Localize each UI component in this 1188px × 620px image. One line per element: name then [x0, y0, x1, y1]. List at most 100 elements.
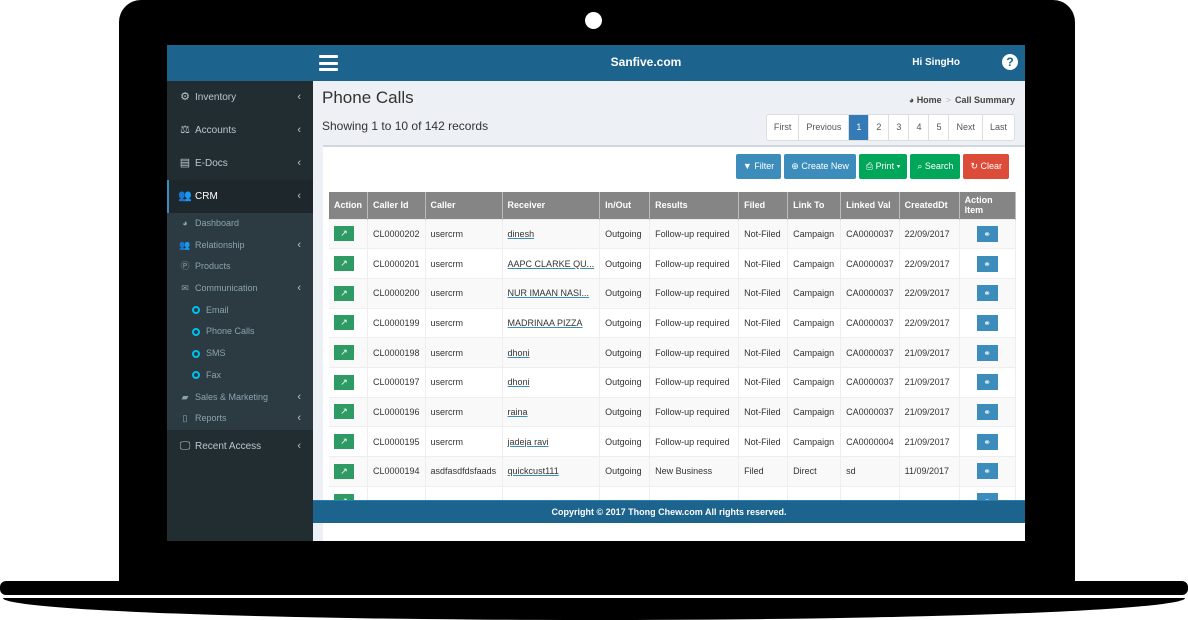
- sidebar-item-recent-access[interactable]: 🖵 Recent Access ‹: [167, 430, 313, 463]
- link-icon[interactable]: ⚭: [976, 344, 998, 361]
- edit-external-icon[interactable]: ↗: [334, 345, 354, 361]
- chevron-left-icon: ‹: [297, 190, 301, 202]
- sidebar-item-phone-calls[interactable]: Phone Calls: [167, 321, 313, 343]
- link-icon[interactable]: ⚭: [976, 255, 998, 272]
- users-icon: 👥: [178, 190, 192, 202]
- column-header[interactable]: Filed: [738, 192, 789, 219]
- circle-icon: [192, 371, 200, 380]
- page-4[interactable]: 4: [908, 115, 928, 140]
- edit-external-icon[interactable]: ↗: [334, 256, 354, 272]
- page-last[interactable]: Last: [981, 115, 1014, 140]
- edit-external-icon[interactable]: ↗: [334, 285, 354, 301]
- edit-external-icon[interactable]: ↗: [334, 463, 354, 479]
- link-to-cell: Campaign: [787, 248, 842, 279]
- column-header[interactable]: CreatedDt: [899, 192, 960, 219]
- table-row: ↗ CL0000197 usercrm dhoni Outgoing Follow-up …: [329, 366, 1016, 398]
- sidebar-item-communication[interactable]: ✉ Communication ‹: [167, 278, 313, 300]
- link-icon[interactable]: ⚭: [976, 285, 998, 302]
- linked-val-cell: CA0000037: [840, 277, 900, 309]
- breadcrumb-home[interactable]: Home: [917, 95, 942, 105]
- receiver-link[interactable]: NUR IMAAN NASI...: [508, 288, 590, 298]
- column-header[interactable]: Caller: [425, 192, 503, 219]
- create-new-button[interactable]: ⊕ Create New: [784, 154, 856, 179]
- breadcrumb-separator: >: [945, 95, 951, 105]
- link-icon[interactable]: ⚭: [976, 403, 998, 420]
- action-cell: ↗: [329, 396, 368, 427]
- column-header[interactable]: Action Item: [959, 192, 1016, 219]
- sidebar-item-email[interactable]: Email: [167, 300, 313, 322]
- table-row: ↗ CL0000196 usercrm raina Outgoing Follow-up …: [329, 396, 1016, 427]
- column-header[interactable]: Link To: [787, 192, 842, 219]
- link-icon[interactable]: ⚭: [976, 433, 998, 450]
- receiver-link[interactable]: jadeja ravi: [508, 437, 549, 447]
- page-1[interactable]: 1: [848, 115, 869, 140]
- link-icon[interactable]: ⚭: [976, 463, 998, 480]
- cubes-icon: ⚙: [180, 91, 190, 103]
- column-header[interactable]: In/Out: [599, 192, 651, 219]
- sidebar-item-label: Fax: [206, 369, 222, 380]
- receiver-link[interactable]: dhoni: [508, 348, 530, 358]
- link-icon[interactable]: ⚭: [976, 374, 998, 391]
- table-row: ↗ CL0000200 usercrm NUR IMAAN NASI... Outgoi…: [329, 277, 1016, 309]
- link-icon[interactable]: ⚭: [976, 314, 998, 331]
- sidebar-item-sms[interactable]: SMS: [167, 343, 313, 365]
- edit-external-icon[interactable]: ↗: [334, 315, 354, 331]
- filter-button[interactable]: ▼ Filter: [735, 154, 782, 179]
- brand-title: Sanfive.com: [610, 55, 682, 69]
- column-header[interactable]: Caller Id: [367, 192, 426, 219]
- caller-id-cell: CL0000196: [367, 396, 426, 427]
- page-first[interactable]: First: [767, 115, 799, 140]
- receiver-link[interactable]: quickcust111: [508, 466, 559, 476]
- column-header[interactable]: Action: [329, 192, 368, 219]
- help-icon[interactable]: ?: [1002, 54, 1018, 70]
- chevron-left-icon: ‹: [297, 238, 301, 251]
- receiver-link[interactable]: MADRINAA PIZZA: [508, 318, 583, 328]
- page-next[interactable]: Next: [948, 115, 982, 140]
- receiver-link[interactable]: dhoni: [508, 377, 530, 387]
- receiver-link[interactable]: AAPC CLARKE QU...: [508, 259, 595, 269]
- laptop-base-bottom: [3, 598, 1185, 620]
- print-button[interactable]: ⎙ Print ▾: [858, 154, 908, 179]
- records-count: Showing 1 to 10 of 142 records: [322, 119, 489, 133]
- created-dt-cell: 21/09/2017: [899, 366, 960, 398]
- edit-external-icon[interactable]: ↗: [334, 226, 354, 242]
- footer: Copyright © 2017 Thong Chew.com All righ…: [313, 500, 1025, 523]
- clear-button[interactable]: ↻ Clear: [963, 154, 1009, 179]
- column-header[interactable]: Linked Val: [840, 192, 900, 219]
- in-out-cell: Outgoing: [599, 396, 651, 427]
- page-3[interactable]: 3: [888, 115, 908, 140]
- receiver-link[interactable]: dinesh: [508, 229, 535, 239]
- page-previous[interactable]: Previous: [798, 115, 848, 140]
- edit-external-icon[interactable]: ↗: [334, 374, 354, 390]
- column-header[interactable]: Results: [649, 192, 740, 219]
- book-icon: ▰: [181, 391, 189, 402]
- sidebar-item-accounts[interactable]: ⚖ Accounts ‹: [167, 114, 313, 147]
- sidebar-item-sales-marketing[interactable]: ▰ Sales & Marketing ‹: [167, 387, 313, 409]
- results-cell: Follow-up required: [649, 396, 740, 427]
- user-greeting[interactable]: Hi SingHo: [912, 57, 960, 68]
- edit-external-icon[interactable]: ↗: [334, 434, 354, 450]
- refresh-icon: ↻: [970, 161, 981, 171]
- page-2[interactable]: 2: [868, 115, 888, 140]
- edit-external-icon[interactable]: ↗: [334, 404, 354, 420]
- sidebar-item-relationship[interactable]: 👥 Relationship ‹: [167, 235, 313, 257]
- sidebar-item-reports[interactable]: ▯ Reports ‹: [167, 408, 313, 430]
- laptop-base: [0, 581, 1188, 595]
- column-header[interactable]: Receiver: [502, 192, 601, 219]
- page-5[interactable]: 5: [928, 115, 948, 140]
- sidebar-item-dashboard[interactable]: ◕ Dashboard: [167, 213, 313, 235]
- chevron-left-icon: ‹: [297, 412, 301, 425]
- sidebar-item-edocs[interactable]: ▤ E-Docs ‹: [167, 147, 313, 180]
- caller-id-cell: CL0000195: [367, 426, 426, 457]
- sidebar-item-crm[interactable]: 👥 CRM ‹: [167, 180, 313, 213]
- sidebar-item-inventory[interactable]: ⚙ Inventory ‹: [167, 81, 313, 114]
- sidebar-item-fax[interactable]: Fax: [167, 365, 313, 387]
- receiver-cell: raina: [502, 396, 601, 427]
- linked-val-cell: CA0000037: [840, 396, 900, 427]
- sidebar-item-products[interactable]: Ⓟ Products: [167, 256, 313, 278]
- link-icon[interactable]: ⚭: [976, 225, 998, 242]
- receiver-link[interactable]: raina: [508, 407, 528, 417]
- dashboard-icon: ◕: [182, 218, 188, 228]
- search-button[interactable]: ⌕ Search: [910, 154, 961, 179]
- caller-cell: usercrm: [425, 396, 503, 427]
